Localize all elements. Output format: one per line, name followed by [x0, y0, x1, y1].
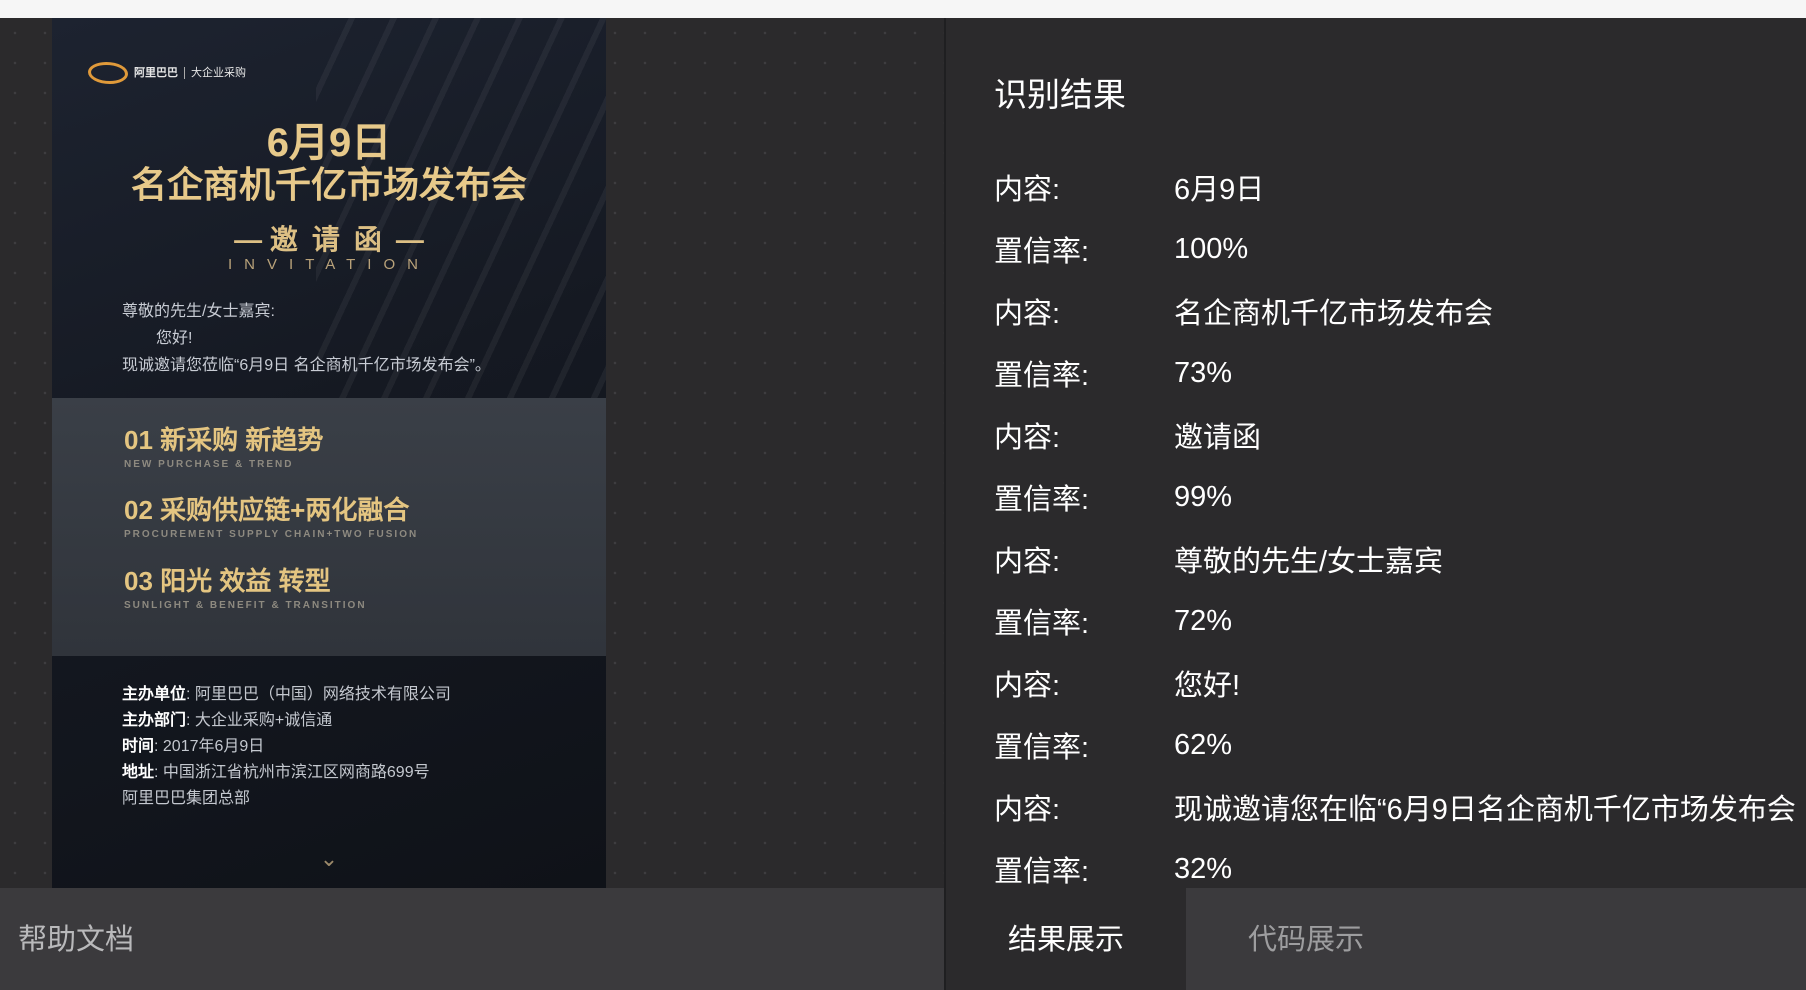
result-tabs-bar: 结果展示 代码展示 — [946, 888, 1806, 990]
bottom-left-bar: 帮助文档 — [0, 888, 944, 990]
result-content-row: 内容: 尊敬的先生/女士嘉宾 — [994, 528, 1806, 590]
poster-info-line: 地址: 中国浙江省杭州市滨江区网商路699号 — [122, 764, 430, 781]
agenda-item: 02 采购供应链+两化融合 PROCUREMENT SUPPLY CHAIN+T… — [124, 490, 418, 540]
confidence-value: 100% — [1174, 232, 1249, 265]
info-label: 主办单位 — [122, 686, 187, 703]
content-label: 内容: — [994, 794, 1061, 826]
alibaba-logo: 阿里巴巴 大企业采购 — [88, 60, 246, 86]
confidence-value: 62% — [1174, 728, 1233, 761]
result-content-row: 内容: 您好! — [994, 652, 1806, 714]
logo-brand-text: 阿里巴巴 — [134, 67, 178, 79]
poster-invite-english: INVITATION — [228, 256, 430, 273]
scroll-down-icon: ⌄ — [319, 846, 339, 871]
tab-result-display[interactable]: 结果展示 — [946, 888, 1186, 990]
results-panel: 识别结果 内容: 6月9日 置信率: 100% 内容: 名企商机千亿市场发布会 置信率… — [946, 18, 1806, 888]
confidence-value: 32% — [1174, 852, 1233, 885]
info-value: 2017年6月9日 — [162, 738, 265, 755]
info-value: 阿里巴巴（中国）网络技术有限公司 — [194, 686, 451, 703]
results-heading: 识别结果 — [994, 76, 1126, 113]
agenda-item: 01 新采购 新趋势 NEW PURCHASE & TREND — [124, 420, 323, 470]
agenda-band: 01 新采购 新趋势 NEW PURCHASE & TREND 02 采购供应链… — [52, 398, 606, 656]
content-label: 内容: — [994, 422, 1061, 454]
result-content-row: 内容: 6月9日 — [994, 156, 1806, 218]
poster-invite-line: 现诚邀请您莅临“6月9日 名企商机千亿市场发布会”。 — [122, 357, 491, 374]
content-value: 尊敬的先生/女士嘉宾 — [1174, 546, 1444, 578]
poster-info-line: 主办单位: 阿里巴巴（中国）网络技术有限公司 — [122, 686, 451, 703]
content-value: 现诚邀请您在临“6月9日名企商机千亿市场发布会 — [1174, 794, 1796, 826]
confidence-label: 置信率: — [994, 856, 1090, 888]
poster-info-block: 主办单位: 阿里巴巴（中国）网络技术有限公司 主办部门: 大企业采购+诚信通 时… — [122, 682, 451, 812]
poster-info-line: 主办部门: 大企业采购+诚信通 — [122, 712, 333, 729]
result-confidence-row: 置信率: 100% — [994, 218, 1806, 280]
result-content-row: 内容: 现诚邀请您在临“6月9日名企商机千亿市场发布会 — [994, 776, 1806, 838]
poster-greeting: 尊敬的先生/女士嘉宾: — [122, 303, 275, 320]
confidence-value: 72% — [1174, 604, 1233, 637]
confidence-value: 73% — [1174, 356, 1233, 389]
confidence-label: 置信率: — [994, 732, 1090, 764]
poster-invite-heading: 邀请函 — [52, 218, 606, 258]
content-value: 您好! — [1174, 670, 1241, 702]
invitation-poster-image: 阿里巴巴 大企业采购 6月9日 名企商机千亿市场发布会 邀请函 INVITATI… — [52, 18, 606, 888]
top-bar — [0, 0, 1806, 18]
info-label: 主办部门 — [122, 712, 187, 729]
result-confidence-row: 置信率: 72% — [994, 590, 1806, 652]
agenda-item-title: 01 新采购 新趋势 — [124, 425, 324, 455]
info-label: 地址 — [122, 764, 155, 781]
confidence-value: 99% — [1174, 480, 1233, 513]
poster-hello: 您好! — [156, 330, 193, 347]
logo-sub-text: 大企业采购 — [184, 67, 246, 79]
alibaba-logo-icon — [88, 62, 128, 84]
confidence-label: 置信率: — [994, 360, 1090, 392]
result-confidence-row: 置信率: 99% — [994, 466, 1806, 528]
confidence-label: 置信率: — [994, 236, 1090, 268]
info-value: 阿里巴巴集团总部 — [122, 790, 251, 807]
info-label: 时间 — [122, 738, 155, 755]
result-content-row: 内容: 邀请函 — [994, 404, 1806, 466]
poster-info-line: 阿里巴巴集团总部 — [122, 786, 451, 812]
help-docs-link[interactable]: 帮助文档 — [18, 916, 134, 958]
content-label: 内容: — [994, 670, 1061, 702]
poster-info-line: 时间: 2017年6月9日 — [122, 738, 265, 755]
content-label: 内容: — [994, 298, 1061, 330]
poster-title: 名企商机千亿市场发布会 — [130, 164, 527, 205]
result-confidence-row: 置信率: 62% — [994, 714, 1806, 776]
content-value: 6月9日 — [1174, 174, 1265, 206]
result-confidence-row: 置信率: 73% — [994, 342, 1806, 404]
agenda-item-title: 02 采购供应链+两化融合 — [124, 495, 410, 525]
content-label: 内容: — [994, 174, 1061, 206]
agenda-item-title: 03 阳光 效益 转型 — [124, 566, 331, 596]
confidence-label: 置信率: — [994, 608, 1090, 640]
poster-greeting-block: 尊敬的先生/女士嘉宾: 您好! 现诚邀请您莅临“6月9日 名企商机千亿市场发布会… — [122, 298, 491, 379]
content-value: 邀请函 — [1174, 422, 1262, 454]
poster-invite-text: 邀请函 — [269, 224, 396, 255]
info-value: 中国浙江省杭州市滨江区网商路699号 — [162, 764, 430, 781]
result-list: 内容: 6月9日 置信率: 100% 内容: 名企商机千亿市场发布会 置信率: 73% … — [994, 156, 1806, 888]
content-label: 内容: — [994, 546, 1061, 578]
info-value: 大企业采购+诚信通 — [194, 712, 333, 729]
agenda-item-subtitle: NEW PURCHASE & TREND — [124, 459, 294, 470]
agenda-item: 03 阳光 效益 转型 SUNLIGHT & BENEFIT & TRANSIT… — [124, 561, 367, 611]
result-content-row: 内容: 名企商机千亿市场发布会 — [994, 280, 1806, 342]
confidence-label: 置信率: — [994, 484, 1090, 516]
agenda-item-subtitle: PROCUREMENT SUPPLY CHAIN+TWO FUSION — [124, 529, 419, 540]
tab-code-display[interactable]: 代码展示 — [1186, 888, 1426, 990]
content-value: 名企商机千亿市场发布会 — [1174, 298, 1494, 330]
result-confidence-row: 置信率: 32% — [994, 838, 1806, 889]
agenda-item-subtitle: SUNLIGHT & BENEFIT & TRANSITION — [124, 600, 367, 611]
